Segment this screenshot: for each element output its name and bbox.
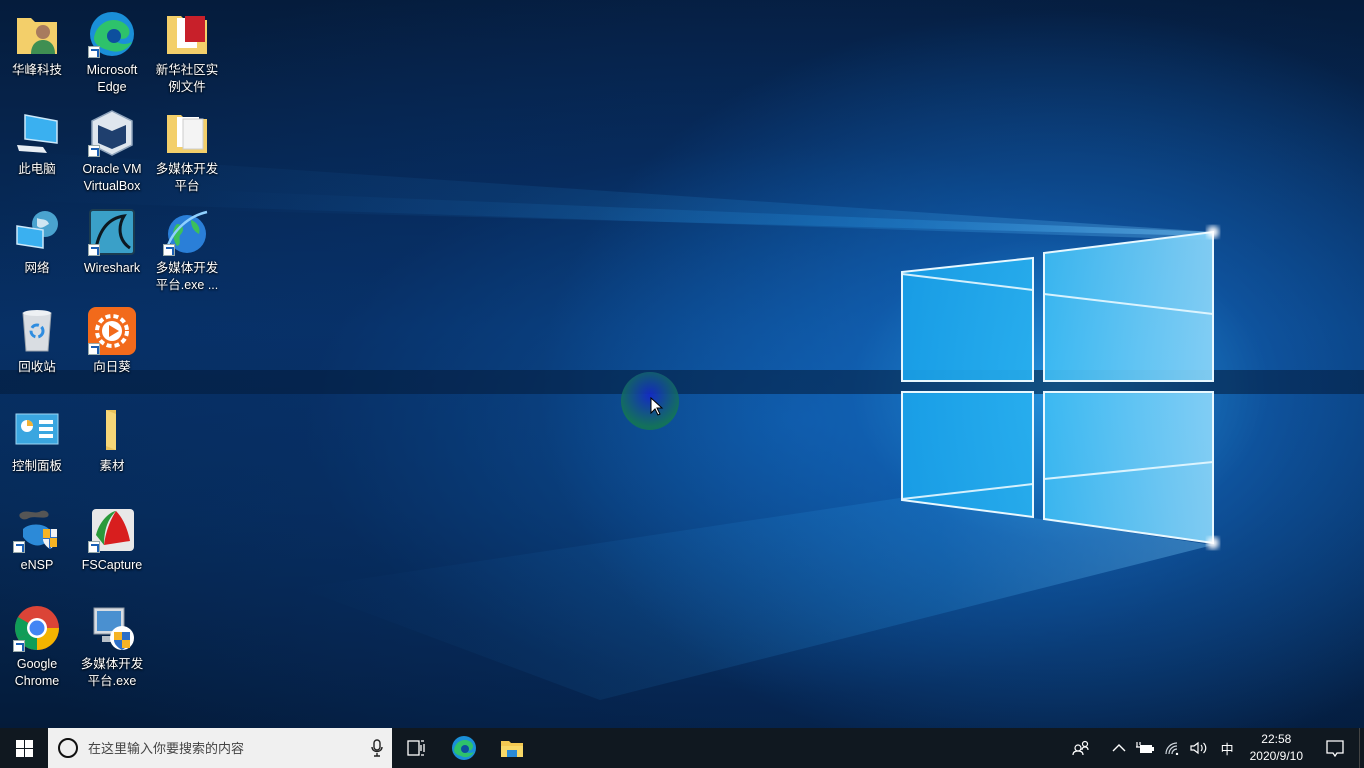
taskbar-search-box[interactable]: [48, 728, 392, 768]
folder-icon: [88, 406, 136, 454]
notification-icon: [1326, 739, 1344, 757]
desktop-icon-ensp[interactable]: eNSP: [1, 501, 73, 574]
icon-label: 多媒体开发 平台.exe: [80, 657, 144, 688]
clock[interactable]: 22:58 2020/9/10: [1242, 731, 1311, 765]
this-pc-icon: [13, 109, 61, 157]
desktop-icon-google-chrome[interactable]: Google Chrome: [1, 600, 73, 690]
taskbar-edge-button[interactable]: [440, 728, 488, 768]
icon-label: 向日葵: [93, 360, 131, 374]
network-button[interactable]: [1159, 728, 1185, 768]
volume-button[interactable]: [1185, 728, 1213, 768]
shortcut-arrow-icon: [88, 244, 100, 256]
battery-button[interactable]: [1131, 728, 1159, 768]
search-input[interactable]: [88, 740, 362, 756]
fscapture-icon: [88, 505, 136, 553]
desktop-icon-fscapture[interactable]: FSCapture: [76, 501, 148, 574]
desktop-icon-wireshark[interactable]: Wireshark: [76, 204, 148, 277]
document-folder-icon: [163, 109, 211, 157]
show-hidden-icons-button[interactable]: [1107, 728, 1131, 768]
desktop-icon-control-panel[interactable]: 控制面板: [1, 402, 73, 475]
desktop-icon-xinhua-examples[interactable]: 新华社区实 例文件: [151, 6, 223, 96]
battery-charging-icon: [1135, 742, 1154, 753]
shortcut-arrow-icon: [88, 343, 100, 355]
desktop-icon-multimedia-platform-folder[interactable]: 多媒体开发 平台: [151, 105, 223, 195]
icon-label: Microsoft Edge: [86, 63, 138, 94]
shortcut-arrow-icon: [13, 640, 25, 652]
people-icon: [1071, 740, 1089, 756]
task-view-button[interactable]: [392, 728, 440, 768]
start-button[interactable]: [0, 728, 48, 768]
input-method-indicator[interactable]: 中: [1213, 728, 1242, 768]
desktop-icon-sunlogin[interactable]: 向日葵: [76, 303, 148, 376]
desktop-icon-multimedia-platform-exe-shortcut[interactable]: 多媒体开发 平台.exe ...: [151, 204, 223, 294]
edge-icon: [452, 736, 476, 760]
chevron-up-icon: [1112, 744, 1126, 752]
action-center-button[interactable]: [1311, 728, 1359, 768]
shortcut-arrow-icon: [163, 244, 175, 256]
desktop-icon-multimedia-platform-exe[interactable]: 多媒体开发 平台.exe: [76, 600, 148, 690]
file-explorer-icon: [501, 741, 523, 757]
icon-label: Oracle VM VirtualBox: [82, 162, 142, 193]
speaker-icon: [1189, 741, 1206, 755]
icon-label: 新华社区实 例文件: [155, 63, 219, 94]
wireshark-icon: [88, 208, 136, 256]
icon-label: Google Chrome: [14, 657, 60, 688]
user-folder-icon: [13, 10, 61, 58]
desktop-icon-microsoft-edge[interactable]: Microsoft Edge: [76, 6, 148, 96]
people-button[interactable]: [1067, 728, 1095, 768]
windows-logo-icon: [15, 739, 33, 757]
taskbar-file-explorer-button[interactable]: [488, 728, 536, 768]
desktop-icon-huafeng-tech[interactable]: 华峰科技: [1, 6, 73, 79]
chrome-icon: [13, 604, 61, 652]
shortcut-arrow-icon: [13, 541, 25, 553]
globe-icon: [163, 208, 211, 256]
system-tray: 中 22:58 2020/9/10: [1067, 728, 1364, 768]
desktop-icon-this-pc[interactable]: 此电脑: [1, 105, 73, 178]
microphone-icon[interactable]: [362, 739, 392, 757]
network-icon: [13, 208, 61, 256]
icon-label: 华峰科技: [11, 63, 62, 77]
mouse-cursor-icon: [650, 396, 664, 422]
control-panel-icon: [13, 406, 61, 454]
edge-icon: [88, 10, 136, 58]
monitor-shield-icon: [88, 604, 136, 652]
icon-label: 多媒体开发 平台.exe ...: [155, 261, 219, 292]
shortcut-arrow-icon: [88, 46, 100, 58]
icon-label: FSCapture: [81, 558, 143, 572]
document-folder-icon: [163, 10, 211, 58]
icon-label: 回收站: [18, 360, 56, 374]
ensp-icon: [13, 505, 61, 553]
show-desktop-button[interactable]: [1359, 728, 1364, 768]
icon-label: 多媒体开发 平台: [155, 162, 219, 193]
recycle-bin-icon: [13, 307, 61, 355]
clock-time: 22:58: [1261, 732, 1292, 746]
icon-label: Wireshark: [83, 261, 141, 275]
taskbar: 中 22:58 2020/9/10: [0, 728, 1364, 768]
icon-label: 素材: [99, 459, 125, 473]
shortcut-arrow-icon: [88, 145, 100, 157]
cortana-icon: [58, 738, 78, 758]
icon-label: 控制面板: [11, 459, 62, 473]
icon-label: 此电脑: [18, 162, 56, 176]
desktop-icon-virtualbox[interactable]: Oracle VM VirtualBox: [76, 105, 148, 195]
desktop-icon-recycle-bin[interactable]: 回收站: [1, 303, 73, 376]
clock-date: 2020/9/10: [1249, 749, 1303, 763]
icon-label: 网络: [24, 261, 50, 275]
desktop-icon-materials-folder[interactable]: 素材: [76, 402, 148, 475]
desktop-icon-network[interactable]: 网络: [1, 204, 73, 277]
task-view-icon: [407, 740, 425, 756]
icon-label: eNSP: [20, 558, 54, 572]
wifi-icon: [1164, 742, 1178, 755]
sunlogin-icon: [88, 307, 136, 355]
virtualbox-icon: [88, 109, 136, 157]
shortcut-arrow-icon: [88, 541, 100, 553]
